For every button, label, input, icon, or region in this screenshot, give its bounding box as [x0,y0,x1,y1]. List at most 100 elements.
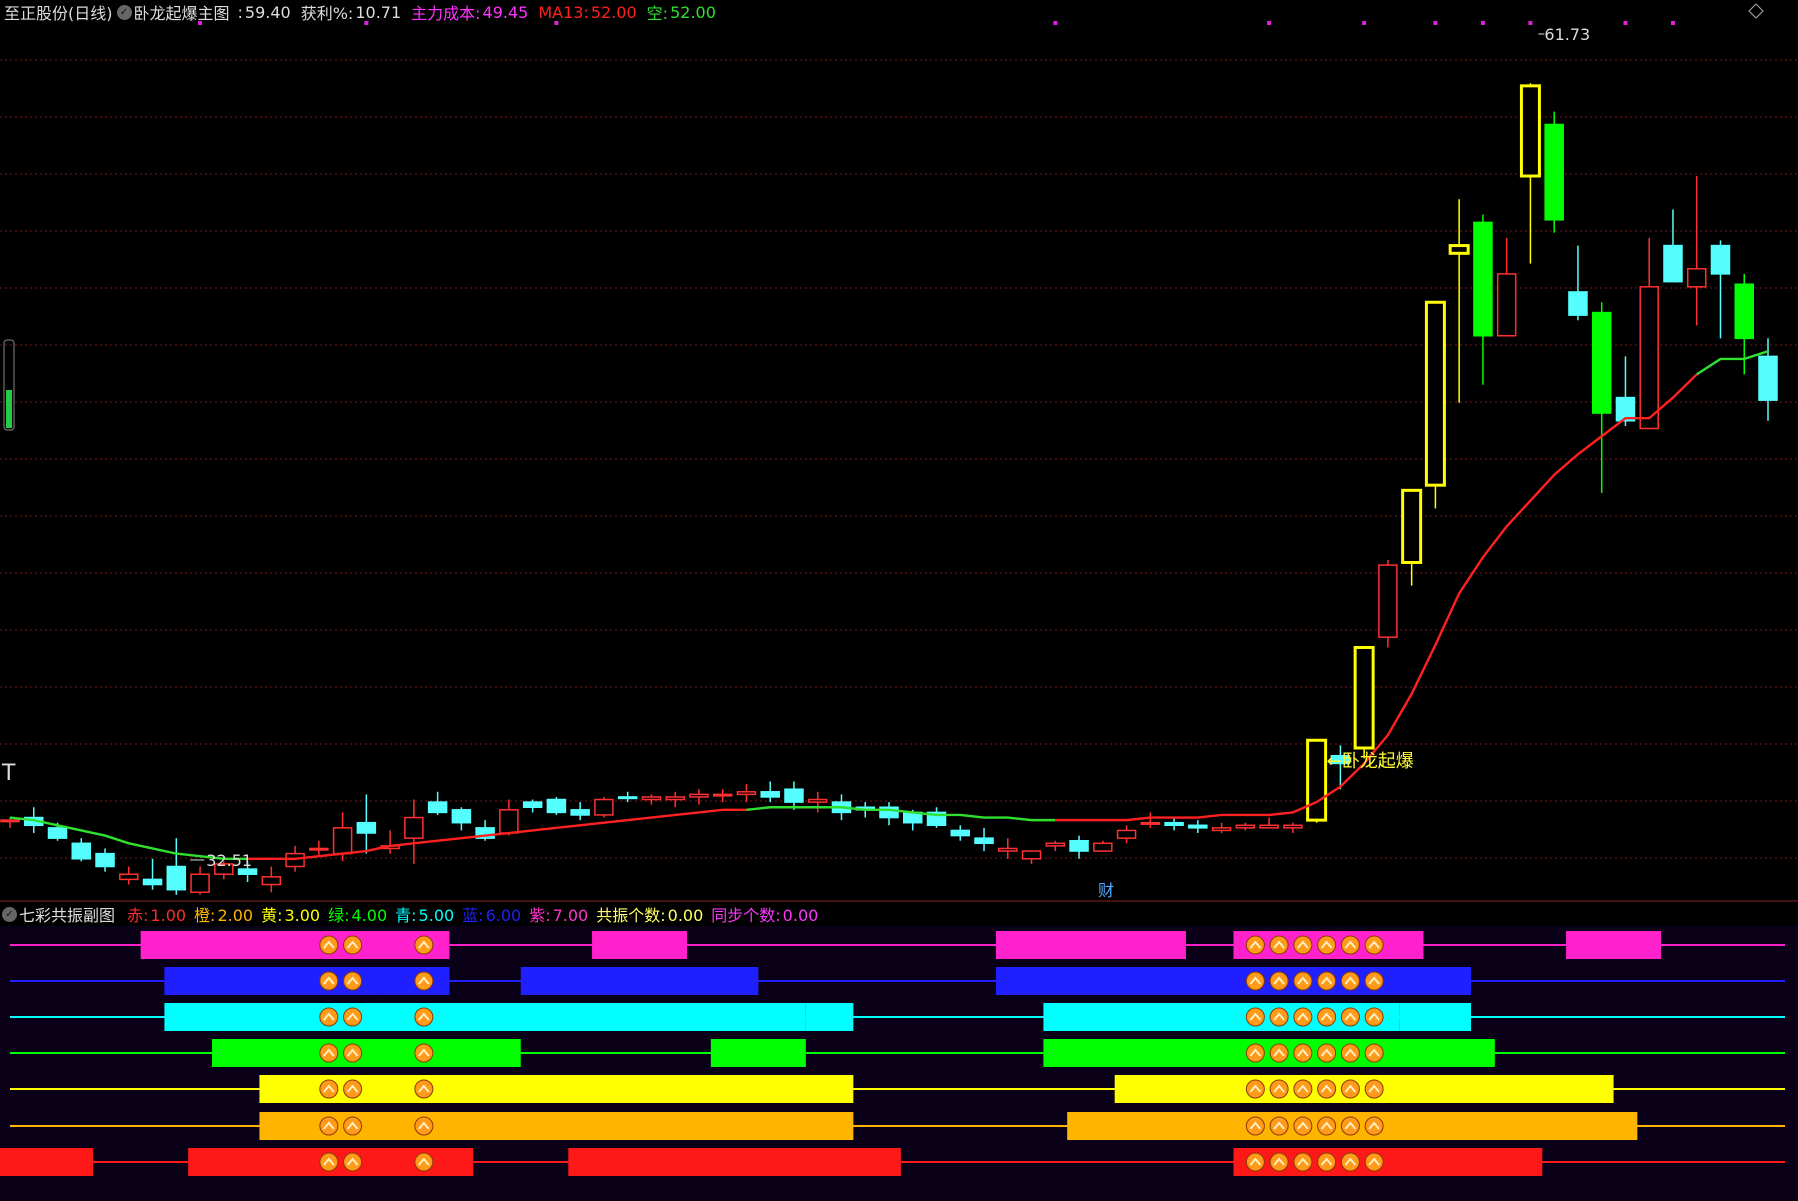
ma-value: 52.00 [590,2,637,22]
resonance-coin-icon [319,1152,339,1172]
sub-item-value: 6.00 [485,906,522,925]
resonance-coin-icon [343,971,363,991]
sub-item-label: 青: [395,906,417,925]
resonance-coin-icon [1269,1007,1289,1027]
resonance-block [520,967,759,995]
profit-value: 10.71 [355,2,402,22]
candle-body [142,878,163,886]
resonance-block [164,1003,806,1031]
price-value: 59.40 [244,2,291,22]
resonance-block [140,931,402,959]
resonance-coin-icon [343,1007,363,1027]
stock-title[interactable]: 至正股份(日线) [4,0,113,24]
resonance-coin-icon [1340,935,1360,955]
candle-body [261,876,282,886]
resonance-block [710,1148,901,1176]
resonance-coin-icon [1340,1007,1360,1027]
sub-item-label: 同步个数: [711,906,781,925]
resonance-coin-icon [1293,935,1313,955]
candle-body [190,873,210,894]
resonance-coin-icon [1364,1079,1384,1099]
candle-body [784,788,804,803]
candle-body [332,827,353,855]
main-indicator-name[interactable]: 卧龙起爆主图 [134,0,230,24]
candle-body [712,793,733,797]
resonance-coin-icon [1317,1152,1337,1172]
sub-indicator-dropdown-icon[interactable]: ✓ [2,906,17,922]
price-label: : [237,2,243,22]
candle-body [1188,824,1208,829]
resonance-coin-icon [343,1043,363,1063]
candle-body [1758,355,1778,401]
candle-body [47,827,68,839]
resonance-coin-icon [1269,971,1289,991]
ma13-line [247,808,747,860]
candle-body [1306,738,1328,822]
sub-item-label: 绿: [328,906,350,925]
sub-indicator-name[interactable]: 七彩共振副图 [19,902,115,926]
resonance-coin-icon [414,1007,434,1027]
indicator-dropdown-icon[interactable]: ✓ [116,4,132,20]
candle-body [1686,268,1707,288]
candle-body [665,796,685,801]
candle-body [1235,824,1256,829]
candle-body [1568,291,1588,316]
candle-body [1093,842,1113,852]
candle-body [807,798,828,803]
resonance-coin-icon [1317,971,1337,991]
stock-chart[interactable]: 61.73 32.51 ←卧龙起爆财 T [0,0,1798,1201]
finance-marker: 财 [1098,881,1114,900]
profit-label: 获利%: [300,4,354,23]
resonance-coin-icon [1245,1116,1265,1136]
resonance-coin-icon [1317,1079,1337,1099]
candle-body [1045,842,1066,847]
sub-chart-header: ✓ 七彩共振副图 赤: 1.00 橙: 2.00 黄: 3.00 绿: 4.00 青: 5.00 蓝… [0,902,1798,926]
resonance-coin-icon [1340,1043,1360,1063]
candle-body [1519,84,1541,178]
candle-body [760,791,780,798]
resonance-coin-icon [1245,971,1265,991]
candle-body [1211,827,1232,832]
candle-body [570,809,590,816]
sub-item-value: 0.00 [782,906,819,925]
candle-body [451,809,472,824]
sub-item-value: 2.00 [217,906,254,925]
ma13-line [1696,350,1769,376]
candle-body [1734,283,1754,340]
candle-body [1448,244,1470,255]
candle-body [1378,564,1398,638]
low-price-label: 32.51 [206,851,252,870]
resonance-block [592,931,688,959]
candle-body [1424,300,1446,487]
sub-item-label: 紫: [529,906,551,925]
resonance-coin-icon [414,971,434,991]
resonance-coin-icon [1269,935,1289,955]
candle-body [974,837,994,845]
resonance-coin-icon [414,1116,434,1136]
candle-body [617,796,638,800]
resonance-coin-icon [319,935,339,955]
resonance-coin-icon [319,1116,339,1136]
cost-value: 49.45 [482,2,529,22]
candle-body [641,796,662,801]
sub-item-label: 蓝: [462,906,484,925]
resonance-coin-icon [319,1007,339,1027]
resonance-coin-icon [1340,1152,1360,1172]
candle-body [499,809,519,834]
empty-value: 52.00 [670,2,716,22]
candle-body [1069,839,1089,852]
resonance-coin-icon [414,1043,434,1063]
resonance-coin-icon [1317,1116,1337,1136]
candle-body [119,873,139,881]
resonance-coin-icon [1293,1152,1313,1172]
sub-item-value: 0.00 [667,906,704,925]
ma-label: MA13: [538,2,589,22]
candle-body [1663,244,1683,283]
sub-item-value: 1.00 [150,906,187,925]
sub-item-label: 赤: [127,906,149,925]
empty-label: 空: [646,4,669,23]
resonance-coin-icon [1269,1079,1289,1099]
candle-body [998,847,1018,852]
resonance-coin-icon [1317,935,1337,955]
candle-body [1473,221,1493,337]
